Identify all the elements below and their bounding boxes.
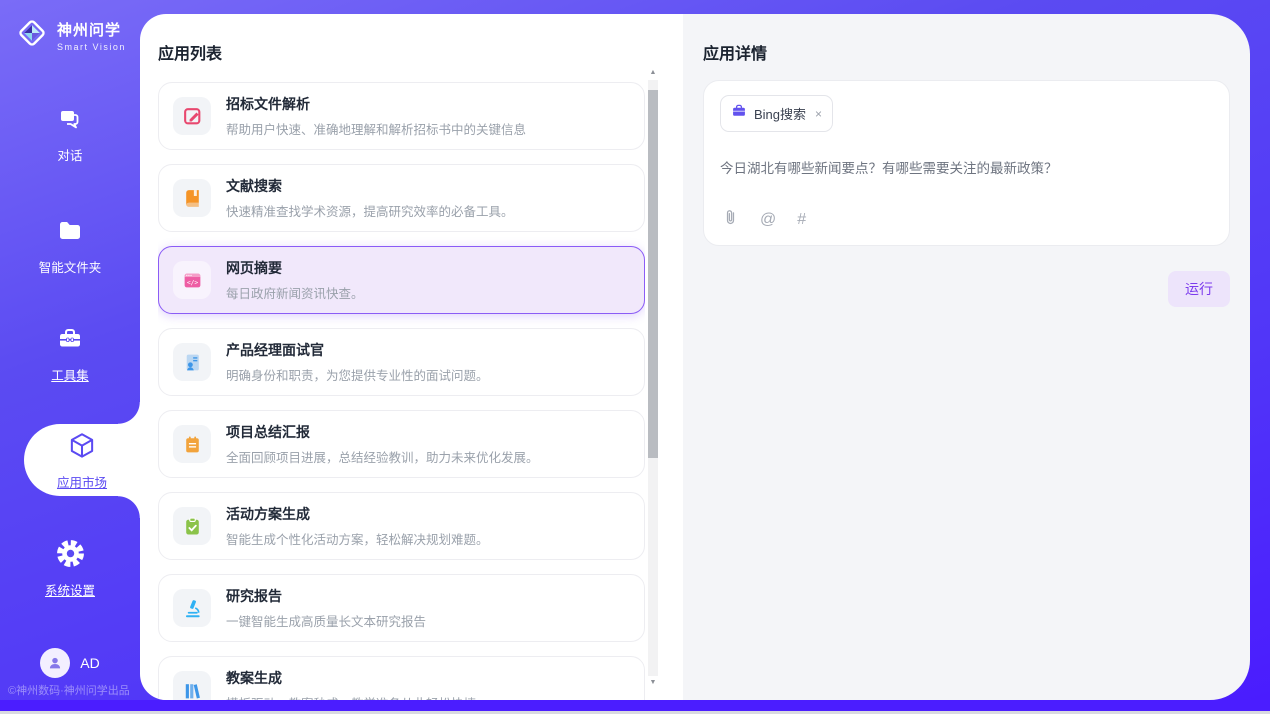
web-code-icon: </> — [173, 261, 211, 299]
mention-icon[interactable]: @ — [760, 211, 776, 229]
sidebar-item-cube[interactable]: 应用市场 — [24, 424, 140, 496]
sidebar-item-folder[interactable]: 智能文件夹 — [0, 216, 140, 276]
sidebar-item-label: 智能文件夹 — [0, 257, 140, 276]
sidebar: 神州问学 Smart Vision 对话 智能文件夹 工具集 应用市场 — [0, 0, 140, 700]
sidebar-item-label: 工具集 — [0, 365, 140, 384]
app-card-title: 教案生成 — [226, 670, 282, 686]
scrollbar-up-icon[interactable]: ▲ — [648, 68, 658, 78]
app-card[interactable]: 研究报告 一键智能生成高质量长文本研究报告 — [158, 574, 645, 642]
content-area: 应用列表 招标文件解析 帮助用户快速、准确地理解和解析招标书中的关键信息 文献搜… — [140, 14, 1250, 700]
app-card-title: 网页摘要 — [226, 260, 282, 276]
app-card[interactable]: </> 网页摘要 每日政府新闻资讯快查。 — [158, 246, 645, 314]
copyright-footer: ©神州数码·神州问学出品 — [8, 682, 130, 698]
app-card[interactable]: 教案生成 模板驱动，教案秒成，教学准备从此轻松快捷 — [158, 656, 645, 700]
avatar — [40, 648, 70, 678]
scrollbar-thumb[interactable] — [648, 90, 658, 458]
app-card-description: 全面回顾项目进展，总结经验教训，助力未来优化发展。 — [226, 447, 539, 466]
app-list-title: 应用列表 — [158, 40, 222, 64]
app-detail-title: 应用详情 — [703, 40, 767, 64]
books-icon — [173, 671, 211, 700]
query-text[interactable]: 今日湖北有哪些新闻要点？有哪些需要关注的最新政策？ — [720, 157, 1213, 177]
briefcase-icon — [731, 103, 747, 124]
sidebar-item-chat[interactable]: 对话 — [0, 104, 140, 164]
list-scrollbar[interactable]: ▲ ▼ — [648, 80, 658, 676]
app-card-title: 产品经理面试官 — [226, 342, 324, 358]
app-window: 神州问学 Smart Vision 对话 智能文件夹 工具集 应用市场 — [0, 0, 1270, 714]
sidebar-item-label: 应用市场 — [57, 472, 107, 491]
app-detail-panel: 应用详情 Bing搜索 × 今日湖北有哪些新闻要点？有哪些需要关注的最新政策？ — [683, 14, 1250, 700]
folder-icon — [55, 233, 85, 250]
gear-icon — [55, 556, 86, 573]
composer-toolbar: @# — [722, 208, 806, 232]
tool-tag-bing-search[interactable]: Bing搜索 × — [720, 95, 833, 132]
app-card-description: 明确身份和职责，为您提供专业性的面试问题。 — [226, 365, 489, 384]
app-card[interactable]: 文献搜索 快速精准查找学术资源，提高研究效率的必备工具。 — [158, 164, 645, 232]
toolbox-icon — [55, 341, 85, 358]
app-card[interactable]: 项目总结汇报 全面回顾项目进展，总结经验教训，助力未来优化发展。 — [158, 410, 645, 478]
app-card[interactable]: 产品经理面试官 明确身份和职责，为您提供专业性的面试问题。 — [158, 328, 645, 396]
app-card-title: 研究报告 — [226, 588, 282, 604]
tag-close-icon[interactable]: × — [815, 107, 822, 121]
app-list-panel: 应用列表 招标文件解析 帮助用户快速、准确地理解和解析招标书中的关键信息 文献搜… — [140, 14, 683, 700]
scrollbar-down-icon[interactable]: ▼ — [648, 678, 658, 688]
app-card-description: 模板驱动，教案秒成，教学准备从此轻松快捷 — [226, 693, 476, 700]
frame-bottom-strip — [0, 700, 1270, 711]
sidebar-item-label: 系统设置 — [0, 580, 140, 599]
sidebar-item-label: 对话 — [0, 145, 140, 164]
sidebar-item-gear[interactable]: 系统设置 — [0, 538, 140, 599]
app-card-list: 招标文件解析 帮助用户快速、准确地理解和解析招标书中的关键信息 文献搜索 快速精… — [158, 82, 645, 700]
clipboard-check-icon — [173, 507, 211, 545]
app-card-title: 文献搜索 — [226, 178, 282, 194]
svg-text:</>: </> — [186, 279, 198, 286]
app-card-title: 招标文件解析 — [226, 96, 310, 112]
cube-icon — [66, 430, 98, 467]
diamond-logo-icon — [14, 15, 50, 56]
app-card[interactable]: 招标文件解析 帮助用户快速、准确地理解和解析招标书中的关键信息 — [158, 82, 645, 150]
run-button[interactable]: 运行 — [1168, 271, 1230, 307]
app-card-description: 智能生成个性化活动方案，轻松解决规划难题。 — [226, 529, 489, 548]
microscope-icon — [173, 589, 211, 627]
attachment-icon[interactable] — [722, 208, 739, 232]
chat-icon — [55, 121, 85, 138]
tool-tag-label: Bing搜索 — [754, 104, 806, 123]
app-card-description: 每日政府新闻资讯快查。 — [226, 283, 364, 302]
app-card[interactable]: 活动方案生成 智能生成个性化活动方案，轻松解决规划难题。 — [158, 492, 645, 560]
book-icon — [173, 179, 211, 217]
doc-edit-icon — [173, 97, 211, 135]
brand-name: 神州问学 — [57, 19, 126, 40]
app-card-description: 一键智能生成高质量长文本研究报告 — [226, 611, 426, 630]
user-initials: AD — [80, 655, 99, 671]
brand-subtitle: Smart Vision — [57, 42, 126, 52]
notepad-icon — [173, 425, 211, 463]
prompt-card[interactable]: Bing搜索 × 今日湖北有哪些新闻要点？有哪些需要关注的最新政策？ @# — [703, 80, 1230, 246]
app-card-description: 快速精准查找学术资源，提高研究效率的必备工具。 — [226, 201, 514, 220]
brand-logo: 神州问学 Smart Vision — [14, 15, 126, 56]
user-account[interactable]: AD — [0, 648, 140, 678]
hash-icon[interactable]: # — [797, 211, 806, 229]
app-card-title: 活动方案生成 — [226, 506, 310, 522]
app-card-description: 帮助用户快速、准确地理解和解析招标书中的关键信息 — [226, 119, 526, 138]
resume-icon — [173, 343, 211, 381]
app-card-title: 项目总结汇报 — [226, 424, 310, 440]
sidebar-item-toolbox[interactable]: 工具集 — [0, 324, 140, 384]
